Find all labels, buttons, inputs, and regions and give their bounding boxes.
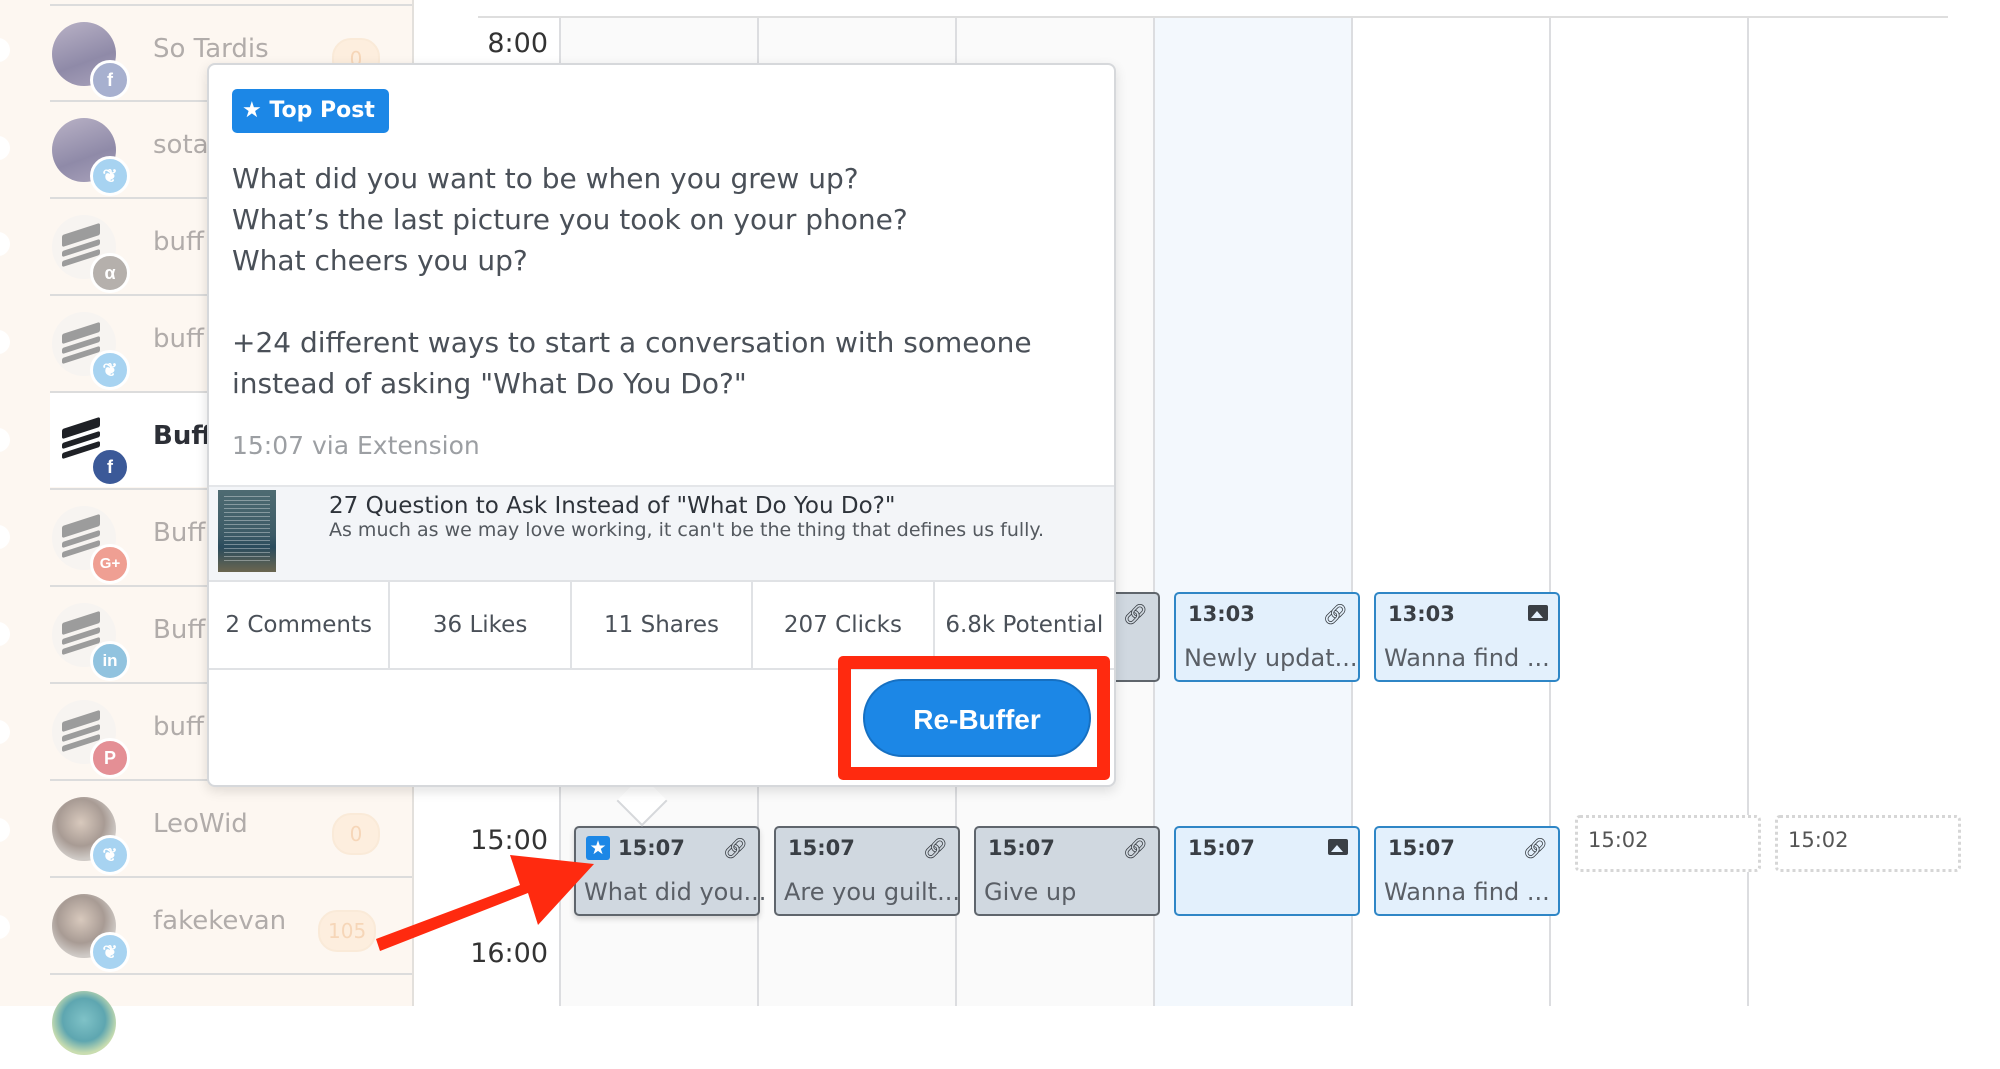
link-icon: 🔗︎ [1122, 602, 1148, 626]
profile-name: Buff [153, 421, 213, 451]
post-card[interactable]: 15:07 🔗︎ Give up [974, 826, 1160, 916]
slot-time: 15:02 [1588, 828, 1649, 852]
post-card[interactable]: 13:03 🔗︎ Newly updat... [1174, 592, 1360, 682]
empty-slot[interactable]: 15:02 [1775, 815, 1961, 872]
post-preview-text: Wanna find ... [1384, 644, 1550, 672]
top-post-label: Top Post [269, 98, 375, 123]
profile-name: Buff [153, 518, 206, 548]
post-stats: 2 Comments 36 Likes 11 Shares 207 Clicks… [209, 582, 1114, 670]
stat-potential[interactable]: 6.8k Potential [935, 582, 1114, 668]
post-preview-text: Are you guilt... [784, 878, 960, 906]
profile-name: buff [153, 712, 204, 742]
twitter-icon: ❦ [90, 156, 130, 196]
link-icon: 🔗︎ [922, 836, 948, 860]
profile-item[interactable] [50, 973, 412, 1069]
top-post-star-icon: ★ [586, 836, 610, 860]
pending-count-badge: 0 [332, 813, 380, 855]
profile-name: buff [153, 324, 204, 354]
post-preview-text: Give up [984, 878, 1077, 906]
link-preview[interactable]: 27 Question to Ask Instead of "What Do Y… [209, 485, 1114, 582]
pending-count-badge: 105 [318, 910, 377, 952]
stat-shares[interactable]: 11 Shares [572, 582, 754, 668]
link-icon: 🔗︎ [1522, 836, 1548, 860]
avatar: G+ [52, 506, 130, 584]
post-time: 15:07 [988, 836, 1055, 860]
avatar: f [52, 409, 130, 487]
post-text-line: What did you want to be when you grew up… [232, 162, 859, 195]
post-text-line: What cheers you up? [232, 244, 528, 277]
post-card[interactable]: 15:07 [1174, 826, 1360, 916]
avatar: ❦ [52, 894, 130, 972]
post-text: What did you want to be when you grew up… [232, 158, 1092, 404]
facebook-icon: f [90, 60, 130, 100]
linkedin-icon: in [90, 641, 130, 681]
stat-likes[interactable]: 36 Likes [390, 582, 572, 668]
post-time: 13:03 [1388, 602, 1455, 626]
avatar: ❦ [52, 312, 130, 390]
profile-name: Buff [153, 615, 206, 645]
image-icon [1328, 836, 1348, 860]
post-card[interactable]: 13:03 Wanna find ... [1374, 592, 1560, 682]
link-thumbnail [218, 490, 276, 572]
star-icon: ★ [242, 98, 262, 123]
twitter-icon: ❦ [90, 932, 130, 972]
profile-item[interactable]: ❦ LeoWid 0 [50, 779, 412, 875]
google-plus-icon: G+ [90, 544, 130, 584]
post-text-line: +24 different ways to start a conversati… [232, 326, 1032, 400]
top-post-badge: ★ Top Post [232, 89, 389, 133]
post-card-top-post[interactable]: ★ 15:07 🔗︎ What did you... [574, 826, 766, 916]
post-preview-text: Wanna find ... [1384, 878, 1550, 906]
time-label: 8:00 [487, 28, 548, 59]
avatar: ❦ [52, 797, 130, 875]
post-time: 15:07 [1388, 836, 1455, 860]
profile-name: sota [153, 130, 209, 160]
empty-slot[interactable]: 15:02 [1575, 815, 1761, 872]
post-card[interactable]: 15:07 🔗︎ Wanna find ... [1374, 826, 1560, 916]
post-time: 13:03 [1188, 602, 1255, 626]
link-icon: 🔗︎ [1322, 602, 1348, 626]
stat-comments[interactable]: 2 Comments [209, 582, 391, 668]
avatar: ❦ [52, 118, 130, 196]
pinterest-icon: P [90, 738, 130, 778]
slot-time: 15:02 [1788, 828, 1849, 852]
profile-item[interactable]: ❦ fakekevan 105 [50, 876, 412, 972]
post-text-line: What’s the last picture you took on your… [232, 203, 908, 236]
time-label: 16:00 [470, 938, 548, 969]
twitter-icon: ❦ [90, 835, 130, 875]
rebuffer-button[interactable]: Re-Buffer [863, 679, 1091, 757]
profile-name: LeoWid [153, 809, 248, 839]
profile-name: So Tardis [153, 34, 269, 64]
post-text-gap [232, 281, 1092, 322]
link-icon: 🔗︎ [1122, 836, 1148, 860]
link-icon: 🔗︎ [722, 836, 748, 860]
post-time: 15:07 [788, 836, 855, 860]
avatar: in [52, 603, 130, 681]
profile-name: buff [153, 227, 204, 257]
post-card[interactable]: 15:07 🔗︎ Are you guilt... [774, 826, 960, 916]
post-details-popup: ★ Top Post What did you want to be when … [207, 63, 1116, 787]
post-preview-text: What did you... [584, 878, 767, 906]
stat-clicks[interactable]: 207 Clicks [753, 582, 935, 668]
avatar: P [52, 700, 130, 778]
post-time: 15:07 [1188, 836, 1255, 860]
image-icon [1528, 602, 1548, 626]
profile-name: fakekevan [153, 906, 287, 936]
post-meta: 15:07 via Extension [232, 431, 480, 460]
post-preview-text: Newly updat... [1184, 644, 1358, 672]
avatar [52, 991, 116, 1055]
time-label: 15:00 [470, 825, 548, 856]
avatar: f [52, 22, 130, 100]
link-description: As much as we may love working, it can't… [329, 519, 1045, 541]
link-title: 27 Question to Ask Instead of "What Do Y… [329, 493, 896, 519]
twitter-icon: ❦ [90, 350, 130, 390]
avatar: α [52, 215, 130, 293]
post-time: 15:07 [618, 836, 685, 860]
sidebar-edge-decoration [0, 0, 10, 1006]
facebook-icon: f [90, 447, 130, 487]
appnet-icon: α [90, 253, 130, 293]
